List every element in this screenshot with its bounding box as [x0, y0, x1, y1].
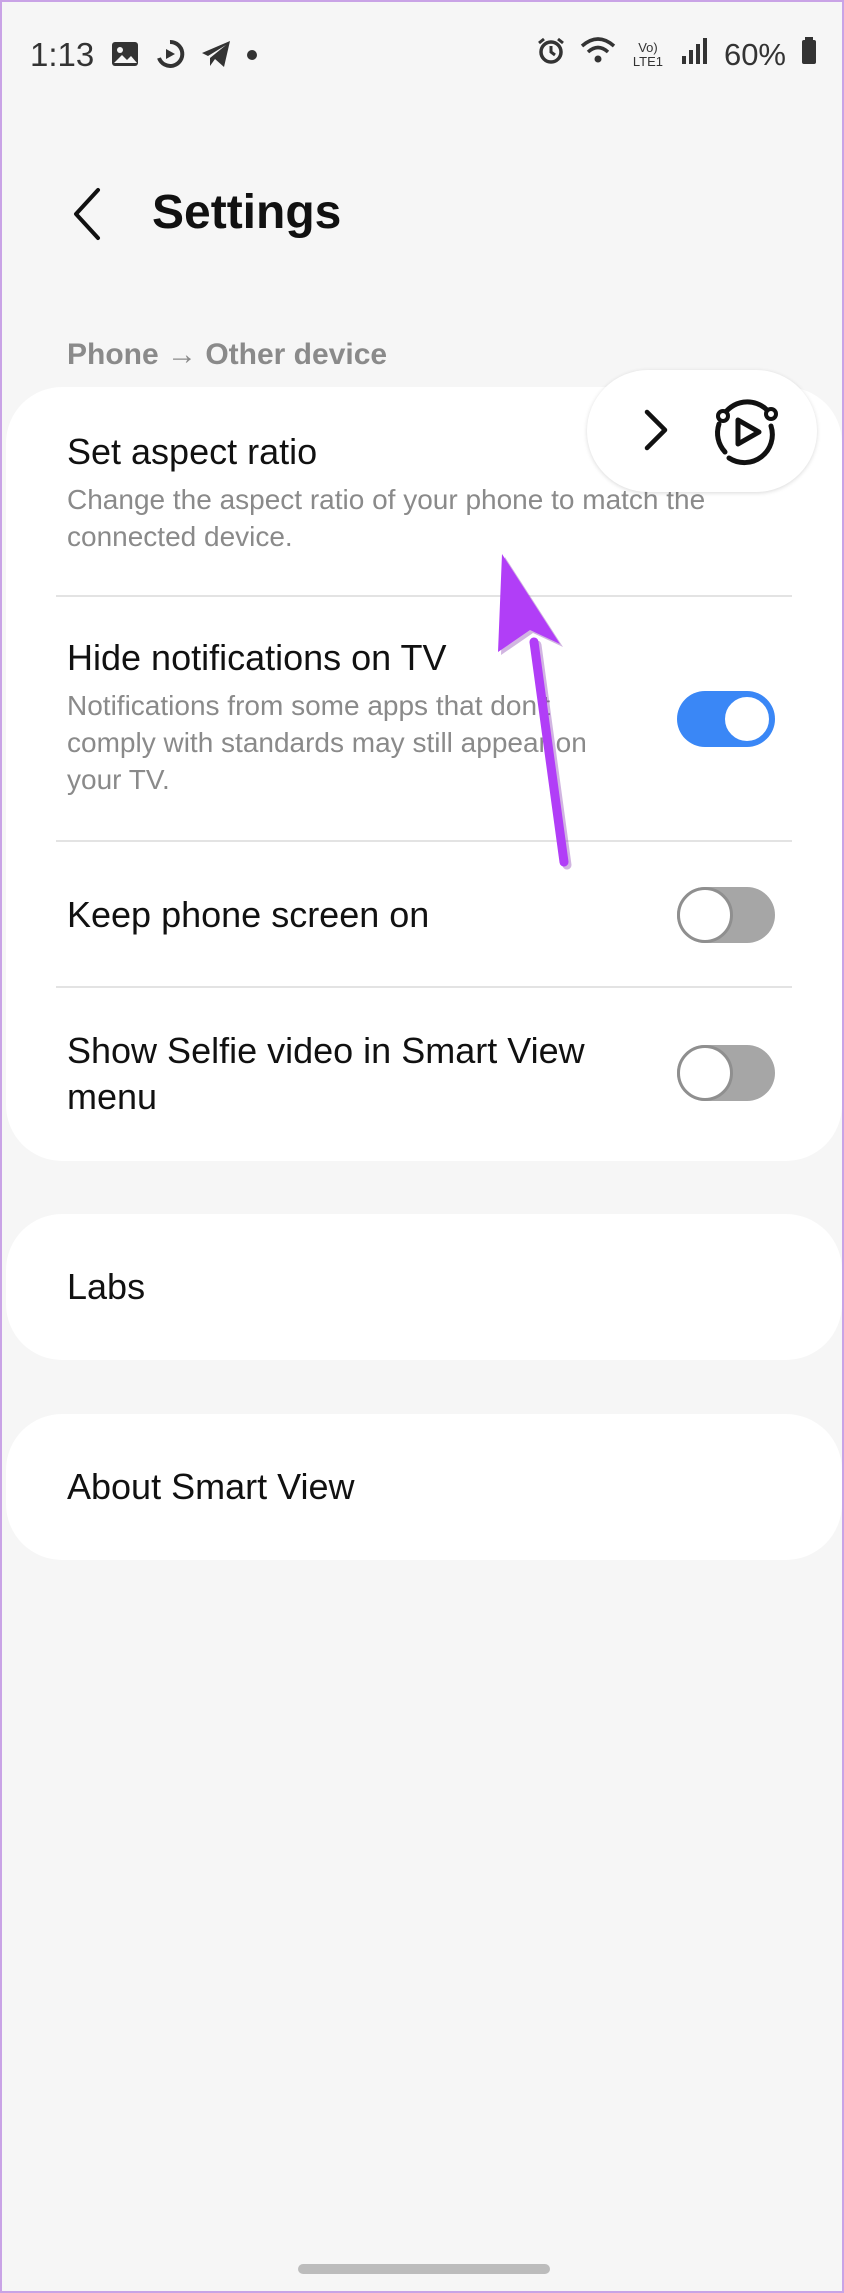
status-bar: 1:13 Vo) LTE1 60% — [2, 2, 844, 112]
about-smart-view-item[interactable]: About Smart View — [6, 1414, 842, 1560]
battery-icon — [800, 36, 818, 74]
keep-screen-on-toggle[interactable] — [677, 887, 775, 943]
smart-view-floating-pill[interactable] — [587, 370, 817, 492]
settings-card: Set aspect ratio Change the aspect ratio… — [6, 387, 842, 1161]
status-time: 1:13 — [30, 36, 95, 73]
sync-icon — [154, 38, 186, 75]
setting-title: Hide notifications on TV — [67, 637, 447, 678]
toggle-knob — [677, 887, 733, 943]
setting-title: Set aspect ratio — [67, 431, 318, 472]
smart-view-icon[interactable] — [705, 392, 785, 472]
page-title: Settings — [152, 186, 342, 239]
chevron-right-icon[interactable] — [625, 400, 685, 460]
wifi-icon — [580, 36, 616, 74]
setting-row-hide-notifications[interactable]: Hide notifications on TV Notifications f… — [6, 597, 842, 842]
back-button[interactable] — [54, 182, 122, 250]
system-status: Vo) LTE1 60% — [536, 36, 818, 74]
labs-item[interactable]: Labs — [6, 1214, 842, 1360]
hide-notifications-toggle[interactable] — [677, 691, 775, 747]
volte-label: Vo) LTE1 — [632, 40, 663, 69]
setting-row-keep-screen-on[interactable]: Keep phone screen on — [6, 842, 842, 988]
toggle-knob — [677, 1045, 733, 1101]
about-label: About Smart View — [67, 1466, 355, 1507]
more-notifications-dot-icon — [246, 48, 258, 66]
setting-title: Show Selfie video in Smart View menu — [67, 1030, 585, 1117]
section-header: Phone → Other device — [67, 338, 388, 371]
alarm-icon — [536, 36, 566, 74]
labs-label: Labs — [67, 1266, 146, 1307]
selfie-video-toggle[interactable] — [677, 1045, 775, 1101]
notification-icons — [110, 38, 258, 75]
signal-icon — [680, 36, 710, 74]
battery-percent: 60% — [723, 37, 786, 72]
toggle-knob — [722, 694, 772, 744]
home-indicator[interactable] — [298, 2264, 550, 2274]
telegram-icon — [200, 39, 232, 74]
setting-subtitle: Change the aspect ratio of your phone to… — [67, 484, 706, 552]
chevron-left-icon — [68, 186, 108, 247]
gallery-icon — [110, 39, 140, 74]
setting-row-selfie-video[interactable]: Show Selfie video in Smart View menu — [6, 988, 842, 1161]
setting-title: Keep phone screen on — [67, 894, 430, 935]
annotation-arrow — [472, 552, 592, 872]
